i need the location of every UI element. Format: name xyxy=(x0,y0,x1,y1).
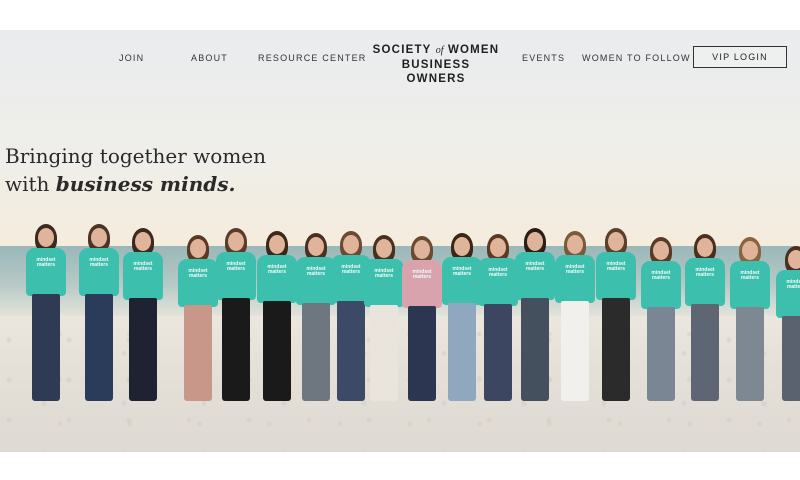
page-bottom-area xyxy=(0,452,800,480)
legs xyxy=(85,294,113,401)
shirt-print: mindset matters xyxy=(786,279,800,290)
face xyxy=(91,228,107,247)
logo-line-2: BUSINESS OWNERS xyxy=(401,59,471,85)
face xyxy=(490,238,506,257)
logo-word-women: WOMEN xyxy=(447,44,500,56)
logo-word-society: SOCIETY xyxy=(372,44,432,56)
legs xyxy=(521,298,549,401)
headline-emphasis: business minds. xyxy=(55,172,236,196)
shirt-print: mindset matters xyxy=(695,267,715,278)
logo-word-of: of xyxy=(435,45,444,56)
group-photo: mindset matters mindset matters mindset ma… xyxy=(0,30,800,452)
tshirt xyxy=(641,261,681,309)
shirt-print: mindset matters xyxy=(36,257,56,268)
nav-events[interactable]: EVENTS xyxy=(522,53,565,63)
face xyxy=(38,228,54,247)
legs xyxy=(736,307,764,401)
nav-resource-center[interactable]: RESOURCE CENTER xyxy=(258,53,367,63)
person-16: mindset matters xyxy=(637,237,685,405)
face xyxy=(527,232,543,251)
legs xyxy=(129,298,157,401)
shirt-print: mindset matters xyxy=(452,266,472,277)
face xyxy=(308,237,324,256)
shirt-print: mindset matters xyxy=(651,270,671,281)
tshirt xyxy=(685,258,725,306)
face xyxy=(269,235,285,254)
shirt-print: mindset matters xyxy=(565,264,585,275)
headline-line-1: Bringing together women xyxy=(5,144,267,168)
legs xyxy=(602,298,630,401)
face xyxy=(343,235,359,254)
person-19: mindset matters xyxy=(772,246,800,405)
face xyxy=(608,232,624,251)
shirt-print: mindset matters xyxy=(133,261,153,272)
legs xyxy=(448,303,476,401)
tshirt xyxy=(123,252,163,300)
legs xyxy=(484,304,512,401)
logo-line-1: SOCIETY of WOMEN xyxy=(372,43,500,58)
legs xyxy=(222,298,250,401)
shirt-print: mindset matters xyxy=(525,261,545,272)
face xyxy=(414,240,430,259)
tshirt xyxy=(257,255,297,303)
legs xyxy=(647,307,675,401)
person-18: mindset matters xyxy=(726,237,774,405)
tshirt xyxy=(596,252,636,300)
shirt-print: mindset matters xyxy=(89,257,109,268)
face xyxy=(742,241,758,260)
legs xyxy=(561,301,589,401)
tshirt xyxy=(730,261,770,309)
face xyxy=(567,235,583,254)
nav-women-to-follow[interactable]: WOMEN TO FOLLOW xyxy=(582,53,691,63)
shirt-print: mindset matters xyxy=(488,267,508,278)
face xyxy=(376,239,392,258)
face xyxy=(135,232,151,251)
shirt-print: mindset matters xyxy=(740,270,760,281)
shirt-print: mindset matters xyxy=(374,268,394,279)
shirt-print: mindset matters xyxy=(226,261,246,272)
headline-plain: with xyxy=(5,172,56,196)
face xyxy=(454,237,470,256)
shirt-print: mindset matters xyxy=(606,261,626,272)
tshirt xyxy=(79,248,119,296)
person-3: mindset matters xyxy=(119,228,167,405)
nav-join[interactable]: JOIN xyxy=(119,53,144,63)
tshirt xyxy=(216,252,256,300)
vip-login-button[interactable]: VIP LOGIN xyxy=(693,46,787,68)
nav-about[interactable]: ABOUT xyxy=(191,53,228,63)
legs xyxy=(184,305,212,401)
face xyxy=(788,250,800,269)
tshirt xyxy=(402,260,442,308)
shirt-print: mindset matters xyxy=(306,266,326,277)
headline-line-2: with business minds. xyxy=(5,170,266,198)
shirt-print: mindset matters xyxy=(267,264,287,275)
face xyxy=(653,241,669,260)
legs xyxy=(691,304,719,401)
tshirt xyxy=(555,255,595,303)
hero-headline: Bringing together women with business mi… xyxy=(5,142,266,198)
person-15: mindset matters xyxy=(592,228,640,405)
tshirt xyxy=(776,270,800,318)
face xyxy=(697,238,713,257)
person-1: mindset matters xyxy=(22,224,70,405)
tshirt xyxy=(26,248,66,296)
person-17: mindset matters xyxy=(681,234,729,405)
tshirt xyxy=(515,252,555,300)
shirt-print: mindset matters xyxy=(412,269,432,280)
top-navigation: JOIN ABOUT RESOURCE CENTER SOCIETY of WO… xyxy=(0,30,800,86)
page: mindset matters mindset matters mindset ma… xyxy=(0,0,800,480)
site-logo[interactable]: SOCIETY of WOMEN BUSINESS OWNERS xyxy=(372,43,500,86)
legs xyxy=(302,303,330,401)
legs xyxy=(263,301,291,401)
legs xyxy=(782,316,800,401)
legs xyxy=(408,306,436,401)
legs xyxy=(32,294,60,401)
legs xyxy=(370,305,398,401)
face xyxy=(190,239,206,258)
shirt-print: mindset matters xyxy=(188,268,208,279)
person-2: mindset matters xyxy=(75,224,123,405)
face xyxy=(228,232,244,251)
